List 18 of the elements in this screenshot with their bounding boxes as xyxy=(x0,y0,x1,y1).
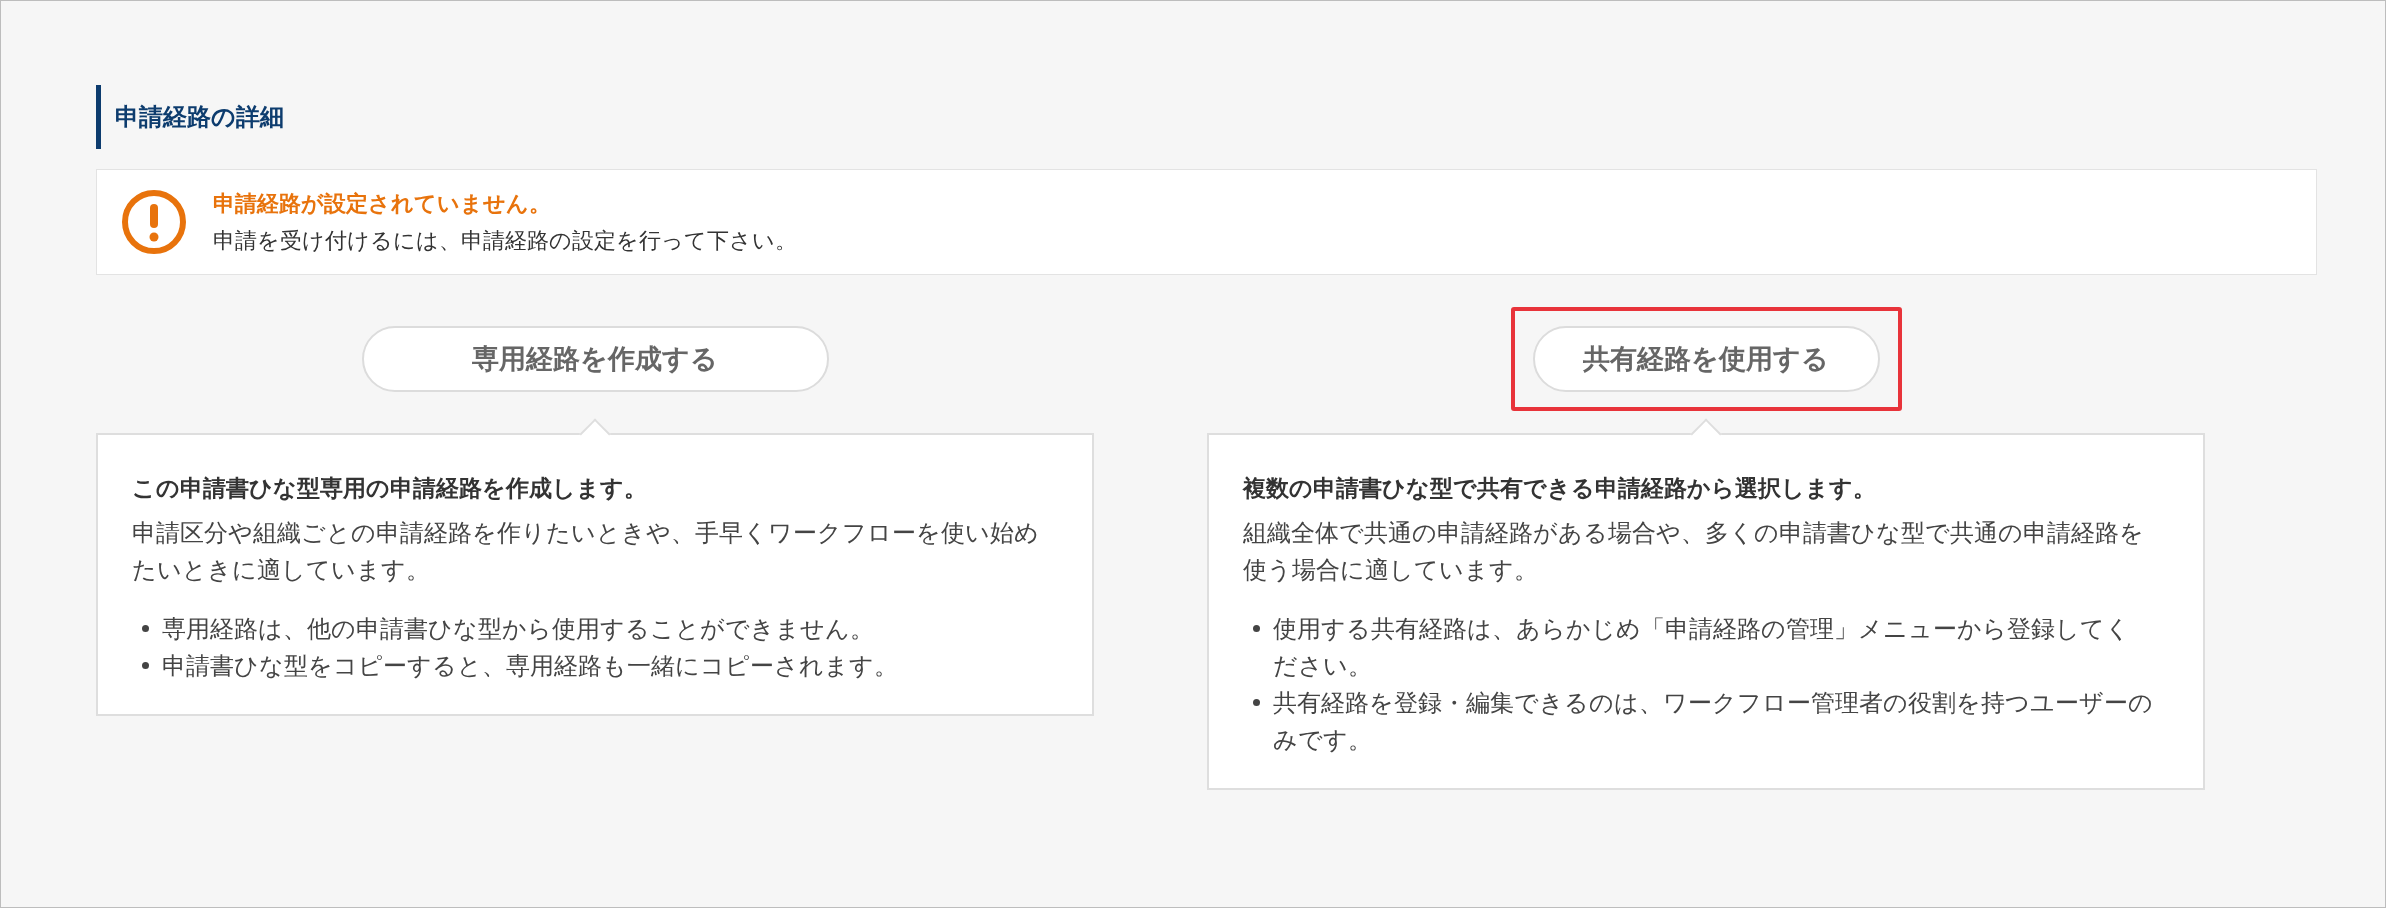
card-description: 組織全体で共通の申請経路がある場合や、多くの申請書ひな型で共通の申請経路を使う場合に適しています。 xyxy=(1243,517,2145,585)
option-button[interactable]: 専用経路を作成する xyxy=(361,326,829,392)
note-text: 申請書ひな型をコピーすると、専用経路も一緒にコピーされます。 xyxy=(162,651,898,679)
note-text: 専用経路は、他の申請書ひな型から使用することができません。 xyxy=(162,614,874,642)
section-title: 申請経路の詳細 xyxy=(115,102,284,132)
bullet-icon xyxy=(1253,698,1260,706)
option-button[interactable]: 共有経路を使用する xyxy=(1532,326,1880,392)
card-description: 申請区分や組織ごとの申請経路を作りたいときや、手早くワークフローを使い始めたいときに適しています。 xyxy=(132,517,1040,585)
note-text: 使用する共有経路は、あらかじめ「申請経路の管理」メニューから登録してください。 xyxy=(1273,614,2130,679)
card-heading: 複数の申請書ひな型で共有できる申請経路から選択します。 xyxy=(1243,474,1877,503)
alert-message: 申請を受け付けるには、申請経路の設定を行って下さい。 xyxy=(213,227,797,255)
alert-title: 申請経路が設定されていません。 xyxy=(213,190,552,218)
bullet-icon xyxy=(142,624,149,632)
bullet-icon xyxy=(1253,624,1260,632)
card-heading: この申請書ひな型専用の申請経路を作成します。 xyxy=(132,474,648,503)
warning-icon xyxy=(121,189,187,255)
bullet-icon xyxy=(142,661,149,669)
note-text: 共有経路を登録・編集できるのは、ワークフロー管理者の役割を持つユーザーのみです。 xyxy=(1273,688,2153,753)
